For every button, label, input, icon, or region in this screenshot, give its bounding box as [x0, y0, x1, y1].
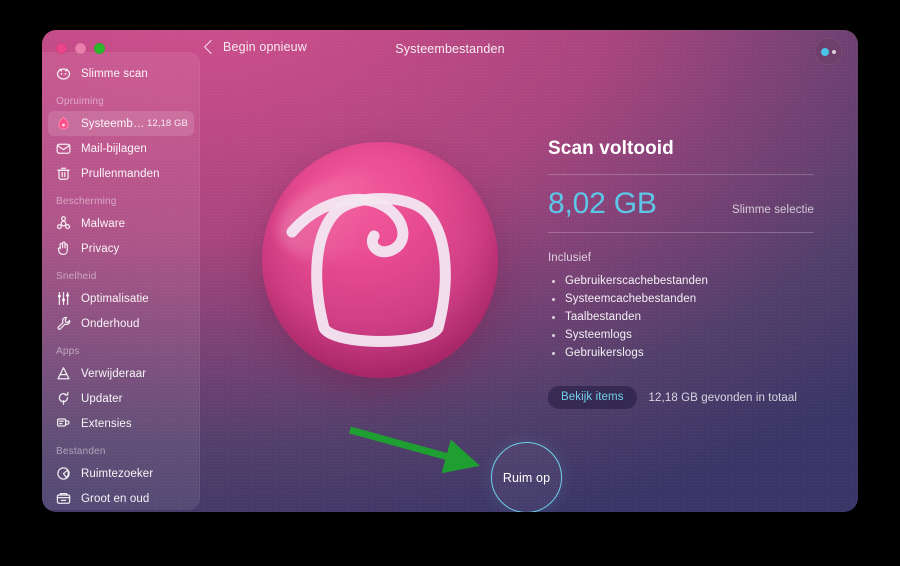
app-window: Begin opnieuw Systeembestanden Slimme sc…: [42, 30, 858, 512]
sidebar-group-title: Bestanden: [42, 436, 200, 461]
scan-status-title: Scan voltooid: [548, 138, 814, 160]
malware-icon: [55, 215, 72, 232]
trash-icon: [55, 165, 72, 182]
sidebar-item-label: Verwijderaar: [81, 368, 194, 380]
selected-size-row: 8,02 GB Slimme selectie: [548, 175, 814, 232]
mail-icon: [55, 140, 72, 157]
included-category-item: Taalbestanden: [548, 308, 814, 326]
system-junk-icon: [55, 115, 72, 132]
view-items-button[interactable]: Bekijk items: [548, 386, 637, 409]
sidebar-item-systeembestand[interactable]: Systeembestand...12,18 GB: [48, 111, 194, 136]
sidebar-item-label: Slimme scan: [81, 68, 194, 80]
sidebar-item-ruimtezoeker[interactable]: Ruimtezoeker: [48, 461, 194, 486]
uninstaller-icon: [55, 365, 72, 382]
close-button-icon[interactable]: [56, 43, 67, 54]
sidebar: Slimme scanOpruimingSysteembestand...12,…: [42, 52, 200, 510]
sidebar-item-onderhoud[interactable]: Onderhoud: [48, 311, 194, 336]
cleanmymac-sphere-logo: [262, 142, 498, 378]
chevron-left-icon: [204, 40, 218, 54]
total-found-label: 12,18 GB gevonden in totaal: [649, 392, 797, 404]
panel-actions: Bekijk items 12,18 GB gevonden in totaal: [548, 386, 814, 409]
included-category-item: Systeemcachebestanden: [548, 290, 814, 308]
sidebar-item-mail-bijlagen[interactable]: Mail-bijlagen: [48, 136, 194, 161]
zoom-button-icon[interactable]: [94, 43, 105, 54]
page-title: Systeembestanden: [42, 42, 858, 56]
included-category-item: Gebruikerscachebestanden: [548, 272, 814, 290]
window-traffic-lights[interactable]: [56, 43, 105, 54]
sidebar-group-title: Bescherming: [42, 186, 200, 211]
sidebar-item-prullenmanden[interactable]: Prullenmanden: [48, 161, 194, 186]
sidebar-item-updater[interactable]: Updater: [48, 386, 194, 411]
divider-bottom: [548, 232, 814, 233]
sidebar-item-label: Extensies: [81, 418, 194, 430]
sidebar-item-label: Optimalisatie: [81, 293, 194, 305]
sidebar-item-label: Privacy: [81, 243, 194, 255]
privacy-hand-icon: [55, 240, 72, 257]
restart-scan-button[interactable]: Begin opnieuw: [206, 40, 307, 54]
scan-result-panel: Scan voltooid 8,02 GB Slimme selectie In…: [548, 138, 814, 409]
account-avatar-icon[interactable]: [815, 38, 842, 65]
sidebar-item-label: Mail-bijlagen: [81, 143, 194, 155]
sidebar-item-malware[interactable]: Malware: [48, 211, 194, 236]
title-bar: Begin opnieuw Systeembestanden: [42, 30, 858, 68]
updater-icon: [55, 390, 72, 407]
included-categories-list: GebruikerscachebestandenSysteemcachebest…: [548, 272, 814, 362]
included-heading: Inclusief: [548, 252, 814, 264]
sidebar-item-size: 12,18 GB: [147, 118, 194, 129]
logo-swirl-mark: [262, 142, 498, 378]
avatar-dot-secondary: [832, 50, 836, 54]
minimize-button-icon[interactable]: [75, 43, 86, 54]
sidebar-item-label: Ruimtezoeker: [81, 468, 194, 480]
sidebar-item-extensies[interactable]: Extensies: [48, 411, 194, 436]
selected-size-value: 8,02 GB: [548, 189, 657, 219]
sidebar-item-label: Updater: [81, 393, 194, 405]
sidebar-item-label: Groot en oud: [81, 493, 194, 505]
sidebar-item-groot-en-oud[interactable]: Groot en oud: [48, 486, 194, 510]
screenshot-root: Begin opnieuw Systeembestanden Slimme sc…: [0, 0, 900, 566]
sidebar-item-label: Systeembestand...: [81, 118, 147, 130]
sidebar-item-privacy[interactable]: Privacy: [48, 236, 194, 261]
included-category-item: Systeemlogs: [548, 326, 814, 344]
large-old-files-icon: [55, 490, 72, 507]
sidebar-group-title: Apps: [42, 336, 200, 361]
smart-selection-label: Slimme selectie: [732, 204, 814, 216]
sidebar-group-title: Opruiming: [42, 86, 200, 111]
sidebar-item-verwijderaar[interactable]: Verwijderaar: [48, 361, 194, 386]
sidebar-item-label: Onderhoud: [81, 318, 194, 330]
sidebar-item-label: Malware: [81, 218, 194, 230]
included-category-item: Gebruikerslogs: [548, 344, 814, 362]
extensions-icon: [55, 415, 72, 432]
sidebar-group-title: Snelheid: [42, 261, 200, 286]
restart-scan-label: Begin opnieuw: [223, 40, 307, 54]
sidebar-item-label: Prullenmanden: [81, 168, 194, 180]
clean-up-button[interactable]: Ruim op: [491, 442, 562, 512]
avatar-dot-primary: [821, 48, 829, 56]
sidebar-item-optimalisatie[interactable]: Optimalisatie: [48, 286, 194, 311]
sliders-icon: [55, 290, 72, 307]
wrench-icon: [55, 315, 72, 332]
space-lens-icon: [55, 465, 72, 482]
